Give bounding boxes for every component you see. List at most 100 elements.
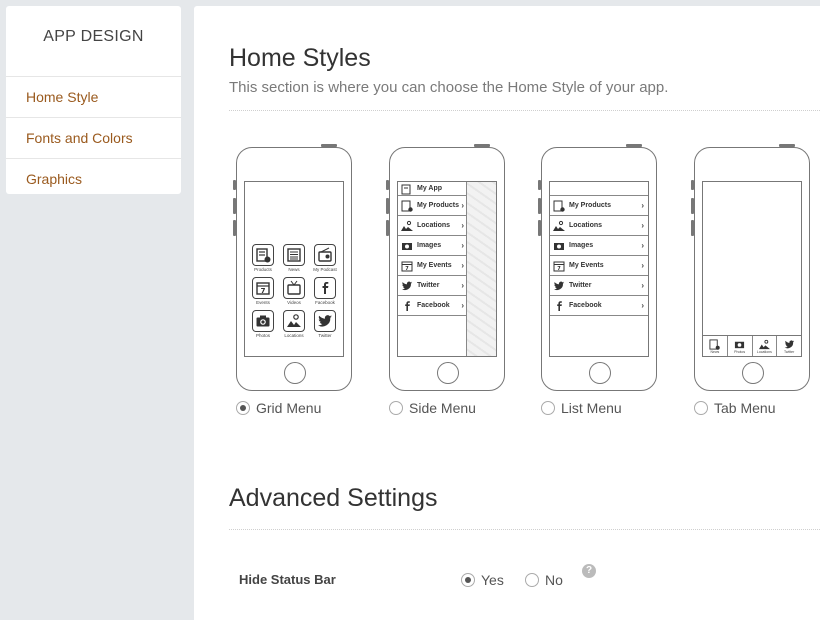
home-style-option-tab[interactable]: News Photos Locations Twitter Tab Menu — [691, 144, 810, 416]
grid-item: My Podcast — [312, 244, 338, 272]
map-icon — [401, 220, 413, 232]
camera-icon — [735, 341, 745, 348]
divider — [229, 110, 820, 111]
phone-screen: Products News My Podcast 7 Events Videos… — [244, 181, 344, 357]
grid-item: Videos — [281, 277, 307, 305]
home-button — [437, 362, 459, 384]
sidebar-item-graphics[interactable]: Graphics — [6, 158, 181, 199]
home-button — [589, 362, 611, 384]
side-menu-radio[interactable] — [389, 401, 403, 415]
products-icon — [401, 200, 413, 212]
main-panel: Home Styles This section is where you ca… — [194, 6, 820, 620]
grid-item: Locations — [281, 310, 307, 338]
calendar-icon: 7 — [252, 277, 274, 299]
hide-status-bar-yes-label[interactable]: Yes — [481, 572, 504, 588]
divider — [229, 529, 820, 530]
facebook-icon — [314, 277, 336, 299]
map-icon — [758, 339, 770, 349]
tab-menu-radio[interactable] — [694, 401, 708, 415]
calendar-icon: 7 — [401, 260, 413, 272]
facebook-icon — [553, 300, 565, 312]
sidebar: APP DESIGN Home Style Fonts and Colors G… — [6, 6, 181, 194]
list-menu-item: Locations › — [550, 216, 648, 236]
hide-status-bar-no-label[interactable]: No — [545, 572, 563, 588]
facebook-icon — [401, 300, 413, 312]
side-menu-item: Facebook › — [398, 296, 468, 316]
camera-icon — [252, 310, 274, 332]
radio-icon — [314, 244, 336, 266]
phone-preview-list[interactable]: My Products › Locations › Images › 7 My Even… — [538, 144, 657, 391]
hide-status-bar-yes-radio[interactable] — [461, 573, 475, 587]
help-icon[interactable]: ? — [582, 564, 596, 578]
side-map-panel — [466, 182, 496, 356]
news-icon — [283, 244, 305, 266]
svg-text:7: 7 — [557, 266, 561, 272]
twitter-icon — [784, 339, 794, 348]
grid-menu-label[interactable]: Grid Menu — [256, 400, 321, 416]
side-menu-header: My App — [398, 182, 468, 196]
app-icon — [401, 183, 413, 195]
home-style-option-side[interactable]: My App My Products › Locations › Images › 7… — [386, 144, 505, 416]
calendar-icon: 7 — [553, 260, 565, 272]
tab-twitter: Twitter — [776, 336, 801, 356]
hide-status-bar-no-radio[interactable] — [525, 573, 539, 587]
grid-item: 7 Events — [250, 277, 276, 305]
camera-icon — [553, 240, 565, 252]
list-menu-item: 7 My Events › — [550, 256, 648, 276]
home-button — [284, 362, 306, 384]
phone-screen: My Products › Locations › Images › 7 My Even… — [549, 181, 649, 357]
tab-bar: News Photos Locations Twitter — [703, 335, 801, 356]
twitter-icon — [401, 280, 413, 292]
products-icon — [553, 200, 565, 212]
side-menu-item: My Products › — [398, 196, 468, 216]
home-style-option-list[interactable]: My Products › Locations › Images › 7 My Even… — [538, 144, 657, 416]
side-menu-label[interactable]: Side Menu — [409, 400, 476, 416]
phone-preview-grid[interactable]: Products News My Podcast 7 Events Videos… — [233, 144, 352, 391]
grid-item: Twitter — [312, 310, 338, 338]
tab-menu-label[interactable]: Tab Menu — [714, 400, 775, 416]
grid-item: News — [281, 244, 307, 272]
list-menu-radio[interactable] — [541, 401, 555, 415]
home-styles-title: Home Styles — [229, 44, 371, 72]
grid-item: Photos — [250, 310, 276, 338]
home-style-option-grid[interactable]: Products News My Podcast 7 Events Videos… — [233, 144, 352, 416]
home-button — [742, 362, 764, 384]
svg-text:7: 7 — [261, 287, 266, 295]
hide-status-bar-label: Hide Status Bar — [239, 572, 336, 587]
side-menu-item: Locations › — [398, 216, 468, 236]
phone-screen: News Photos Locations Twitter — [702, 181, 802, 357]
phone-preview-tab[interactable]: News Photos Locations Twitter — [691, 144, 810, 391]
news-icon — [709, 338, 721, 350]
advanced-settings-title: Advanced Settings — [229, 484, 438, 512]
list-menu-item: My Products › — [550, 196, 648, 216]
sidebar-item-home-style[interactable]: Home Style — [6, 76, 181, 117]
twitter-icon — [553, 280, 565, 292]
list-menu-label[interactable]: List Menu — [561, 400, 622, 416]
svg-text:7: 7 — [405, 266, 409, 272]
home-styles-subtitle: This section is where you can choose the… — [229, 79, 669, 96]
phone-preview-side[interactable]: My App My Products › Locations › Images › 7… — [386, 144, 505, 391]
map-icon — [283, 310, 305, 332]
tab-photos: Photos — [726, 336, 752, 356]
tab-locations: Locations — [751, 336, 777, 356]
sidebar-title: APP DESIGN — [43, 28, 144, 45]
tv-icon — [283, 277, 305, 299]
twitter-icon — [314, 310, 336, 332]
tab-news: News — [703, 336, 727, 356]
list-menu-header — [550, 182, 648, 196]
phone-screen: My App My Products › Locations › Images › 7… — [397, 181, 497, 357]
products-icon — [252, 244, 274, 266]
camera-icon — [401, 240, 413, 252]
side-menu-item: Images › — [398, 236, 468, 256]
list-menu-item: Images › — [550, 236, 648, 256]
map-icon — [553, 220, 565, 232]
side-menu-item: Twitter › — [398, 276, 468, 296]
grid-menu-radio[interactable] — [236, 401, 250, 415]
grid-menu: Products News My Podcast 7 Events Videos… — [250, 244, 338, 338]
grid-item: Products — [250, 244, 276, 272]
grid-item: Facebook — [312, 277, 338, 305]
list-menu-item: Twitter › — [550, 276, 648, 296]
sidebar-item-fonts-and-colors[interactable]: Fonts and Colors — [6, 117, 181, 158]
side-menu-item: 7 My Events › — [398, 256, 468, 276]
list-menu-item: Facebook › — [550, 296, 648, 316]
